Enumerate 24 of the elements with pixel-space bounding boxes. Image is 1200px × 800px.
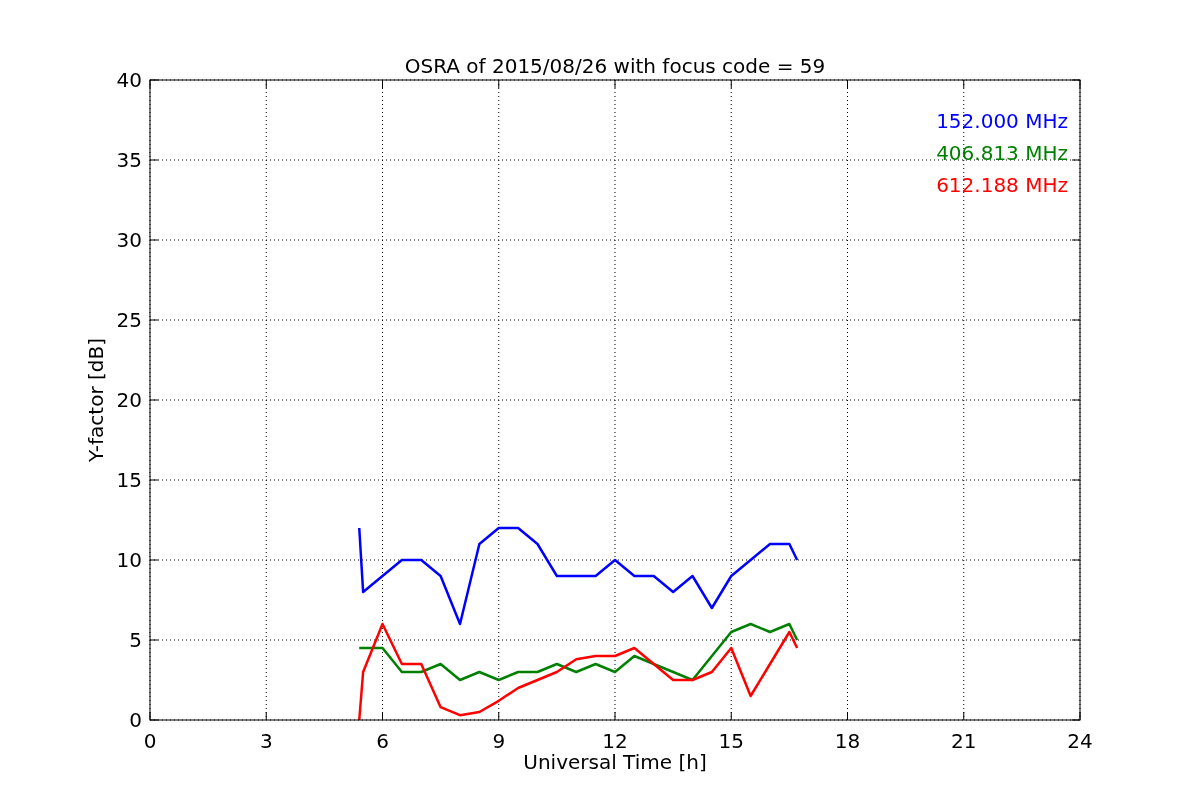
y-tick-label: 20	[116, 388, 142, 412]
legend-label: 406.813 MHz	[936, 141, 1068, 165]
legend-label: 152.000 MHz	[936, 109, 1068, 133]
y-tick-label: 25	[116, 308, 142, 332]
x-tick-label: 18	[834, 729, 861, 753]
y-tick-label: 15	[116, 468, 142, 492]
y-tick-label: 0	[129, 708, 142, 732]
x-tick-label: 24	[1067, 729, 1093, 753]
x-tick-label: 21	[951, 729, 977, 753]
y-tick-label: 10	[116, 548, 142, 572]
x-tick-label: 0	[143, 729, 157, 753]
x-tick-label: 9	[492, 729, 506, 753]
y-tick-label: 35	[116, 148, 142, 172]
x-tick-label: 15	[718, 729, 744, 753]
y-tick-label: 30	[116, 228, 142, 252]
y-tick-label: 40	[116, 68, 142, 92]
x-tick-label: 12	[602, 729, 628, 753]
chart-title: OSRA of 2015/08/26 with focus code = 59	[404, 54, 826, 78]
x-tick-label: 6	[376, 729, 389, 753]
x-tick-label: 3	[259, 729, 273, 753]
x-axis-label: Universal Time [h]	[523, 750, 707, 774]
y-tick-label: 5	[129, 628, 142, 652]
y-axis-label: Y-factor [dB]	[84, 338, 108, 462]
legend-label: 612.188 MHz	[936, 173, 1068, 197]
